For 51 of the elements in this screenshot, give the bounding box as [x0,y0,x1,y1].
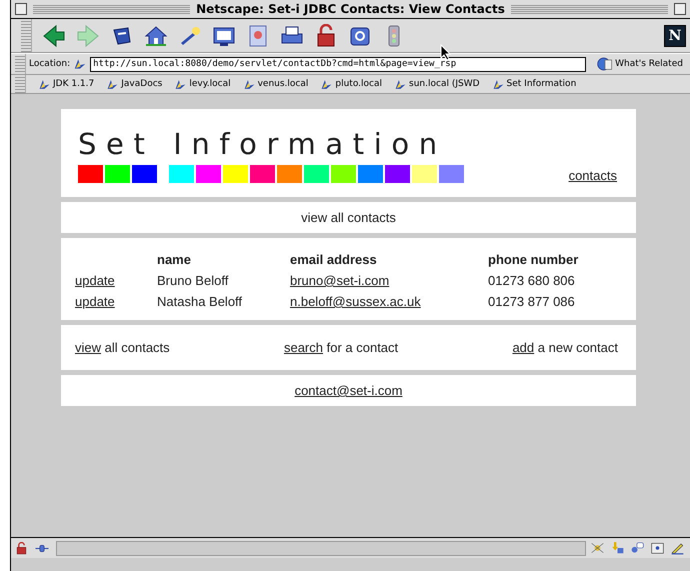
toolbar-grip[interactable] [15,54,26,74]
action-link[interactable]: add [512,340,534,355]
bookmark-icon[interactable] [73,57,88,71]
table-cell: Bruno Beloff [157,270,290,291]
whats-related-button[interactable]: What's Related [615,59,683,69]
bookmark-icon[interactable] [242,78,256,90]
toolbar-grip[interactable] [15,75,26,93]
email-link[interactable]: bruno@set-i.com [290,273,390,288]
action-text: view all contacts [75,340,170,355]
bookmark-link[interactable]: venus.local [258,79,308,89]
bookmark-link[interactable]: Set Information [506,79,576,89]
bookmark-link[interactable]: sun.local (JSWD [409,79,480,89]
netscape-logo[interactable]: N [664,24,686,46]
bookmark-link[interactable]: JavaDocs [121,79,162,89]
page-heading: view all contacts [301,210,396,225]
email-link[interactable]: n.beloff@sussex.ac.uk [290,294,421,309]
bookmark-icon[interactable] [106,78,120,90]
bookmark-icon[interactable] [492,78,505,90]
table-cell: Natasha Beloff [157,291,290,312]
globe-icon[interactable] [597,56,614,72]
bookmark-icon[interactable] [394,78,408,90]
zoom-box[interactable] [674,3,686,15]
close-box[interactable] [15,3,27,15]
window-title: Netscape: Set-i JDBC Contacts: View Contacts [196,2,505,16]
bookmark-link[interactable]: JDK 1.1.7 [53,79,94,89]
bookmark-link[interactable]: levy.local [189,79,231,89]
action-text: add a new contact [512,340,618,355]
bookmark-link[interactable]: pluto.local [335,79,382,89]
pen-icon[interactable] [669,541,686,555]
table-cell-text: 01273 877 086 [488,293,576,311]
column-header: phone number [488,251,578,269]
email-link[interactable]: contact@set-i.com [294,383,402,398]
action-text: search for a contact [284,340,398,355]
bookmark-icon[interactable] [38,78,51,90]
toolbar-grip[interactable] [21,19,32,52]
action-link[interactable]: search [284,340,323,355]
padlock-icon[interactable] [15,542,28,554]
home-icon[interactable] [144,24,168,48]
update-link[interactable]: update [75,294,115,309]
column-header: email address [290,251,378,269]
contacts-link[interactable]: contacts [568,168,617,183]
bookmark-icon[interactable] [174,78,188,90]
table-cell-text: 01273 680 806 [488,272,576,290]
column-header: name [157,251,192,269]
update-link[interactable]: update [75,273,115,288]
action-link[interactable]: view [75,340,102,355]
site-title: Set Information [78,127,448,161]
bookmark-icon[interactable] [320,78,334,90]
location-label: Location: [29,59,70,69]
url-field[interactable]: http://sun.local:8080/demo/servlet/contactDb?cmd=html&page=view_rsp [90,56,586,72]
back-icon[interactable] [42,24,66,48]
